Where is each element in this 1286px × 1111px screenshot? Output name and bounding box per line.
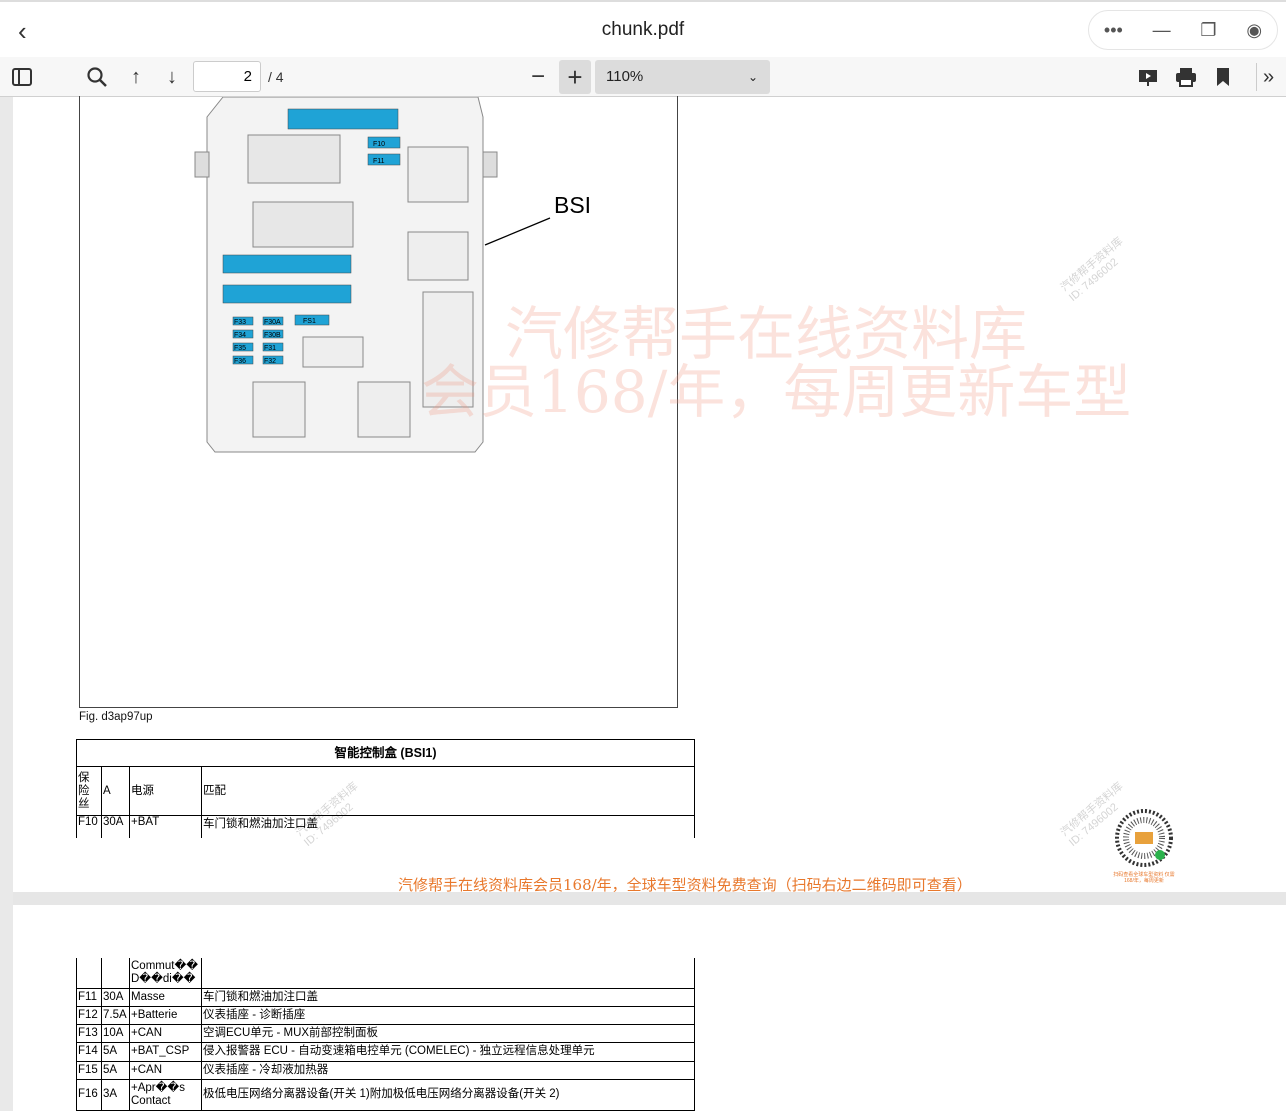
pdf-page-2: Commut��D��di�� F11 30A Masse 车门锁和燃油加注口盖 F1… (13, 905, 1286, 1111)
bookmark-icon[interactable] (1212, 63, 1234, 91)
cell: 5A (101, 1041, 130, 1062)
cell: 5A (101, 1060, 130, 1080)
page-count: / 4 (268, 69, 284, 85)
window-controls: ••• — ❐ ◉ (1088, 10, 1278, 50)
zoom-select[interactable]: 110% ⌄ (595, 60, 770, 94)
continued-header: Commut��D��di�� (129, 958, 202, 989)
table-row: F13 10A +CAN 空调ECU单元 - MUX前部控制面板 (76, 1023, 695, 1043)
pdf-page-1: F10 F11 FS1 F33 F30A F34 F30B F35 F31 F3… (13, 96, 1286, 894)
sidebar-toggle-icon[interactable] (10, 63, 34, 91)
zoom-in-icon[interactable]: + (559, 60, 591, 94)
presentation-icon[interactable] (1136, 63, 1160, 91)
zoom-out-icon[interactable]: − (526, 63, 550, 91)
watermark-small: 汽修帮手资料库 ID: 7496002 (1058, 235, 1126, 304)
cell: 空调ECU单元 - MUX前部控制面板 (201, 1023, 695, 1043)
fuse-label: F35 (234, 345, 246, 352)
table-row: F14 5A +BAT_CSP 侵入报警器 ECU - 自动变速箱电控单元 (COME… (76, 1041, 695, 1062)
cell: 仪表插座 - 冷却液加热器 (201, 1060, 695, 1080)
fuse-label: F30B (264, 332, 281, 339)
search-icon[interactable] (84, 63, 110, 91)
header-power: 电源 (129, 766, 202, 816)
fuse-label: F36 (234, 358, 246, 365)
cell: +BAT_CSP (129, 1041, 202, 1062)
fuse-table: 智能控制盒 (BSI1) 保险丝 A 电源 匹配 F10 30A +BAT 车门… (76, 739, 695, 838)
fuse-label: F31 (264, 345, 276, 352)
fuse-table-continued: Commut��D��di�� F11 30A Masse 车门锁和燃油加注口盖 F1… (76, 958, 695, 1111)
cell: +CAN (129, 1060, 202, 1080)
fuse-label: F30A (264, 319, 281, 326)
cell: 侵入报警器 ECU - 自动变速箱电控单元 (COMELEC) - 独立远程信息… (201, 1041, 695, 1062)
record-icon[interactable]: ◉ (1246, 20, 1262, 41)
cell: F14 (76, 1041, 102, 1062)
cell: F12 (76, 1005, 102, 1025)
cell: F15 (76, 1060, 102, 1080)
cell: +Apr��s Contact (129, 1078, 202, 1111)
minimize-icon[interactable]: — (1153, 20, 1171, 41)
table-row: F15 5A +CAN 仪表插座 - 冷却液加热器 (76, 1060, 695, 1080)
table-row: F11 30A Masse 车门锁和燃油加注口盖 (76, 987, 695, 1007)
fuse-label: FS1 (303, 318, 316, 325)
more-icon[interactable]: ••• (1104, 20, 1123, 41)
cell: F11 (76, 987, 102, 1007)
cell: F13 (76, 1023, 102, 1043)
callout-label: BSI (554, 192, 592, 218)
qr-caption: 扫码查看全球车型资料 仅需168/年，每周更新 (1113, 872, 1175, 884)
chevron-down-icon: ⌄ (747, 70, 758, 84)
fuse-label: F11 (373, 158, 385, 165)
cell: Masse (129, 987, 202, 1007)
cell: 极低电压网络分离器设备(开关 1)附加极低电压网络分离器设备(开关 2) (201, 1078, 695, 1111)
cell: F16 (76, 1078, 102, 1111)
cell: +BAT (129, 815, 202, 838)
table-row: F16 3A +Apr��s Contact 极低电压网络分离器设备(开关 1)附加极… (76, 1078, 695, 1111)
cell: 30A (101, 987, 130, 1007)
cell: 10A (101, 1023, 130, 1043)
figure-caption: Fig. d3ap97up (79, 711, 153, 723)
header-fuse: 保险丝 (76, 766, 102, 816)
fuse-label: F32 (264, 358, 276, 365)
table-row: F10 30A +BAT 车门锁和燃油加注口盖 (76, 815, 695, 838)
thumbnail-strip (0, 97, 13, 1111)
cell: 车门锁和燃油加注口盖 (201, 815, 695, 838)
watermark-text: 会员168/年，每周更新车型 (421, 358, 1132, 426)
title-bar: ‹ chunk.pdf ••• — ❐ ◉ (0, 0, 1286, 57)
restore-icon[interactable]: ❐ (1200, 20, 1216, 41)
cell: 3A (101, 1078, 130, 1111)
callout-line (484, 217, 551, 246)
zoom-value: 110% (606, 68, 644, 85)
cell: 仪表插座 - 诊断插座 (201, 1005, 695, 1025)
fuse-label: F10 (373, 141, 385, 148)
cell: +Batterie (129, 1005, 202, 1025)
cell: 车门锁和燃油加注口盖 (201, 987, 695, 1007)
qr-code[interactable] (1115, 809, 1173, 867)
page-number-input[interactable]: 2 (193, 61, 261, 92)
more-tools-icon[interactable]: » (1256, 63, 1280, 91)
pdf-toolbar: ↑ ↓ 2 / 4 − + 110% ⌄ » (0, 57, 1286, 97)
table-title: 智能控制盒 (BSI1) (76, 739, 695, 767)
header-amp: A (101, 766, 130, 816)
fuse-label: F33 (234, 319, 246, 326)
footer-promo: 汽修帮手在线资料库会员168/年，全球车型资料免费查询（扫码右边二维码即可查看） (398, 876, 972, 894)
fuse-label: F34 (234, 332, 246, 339)
previous-page-icon[interactable]: ↑ (124, 63, 148, 91)
header-match: 匹配 (201, 766, 695, 816)
cell: 30A (101, 815, 130, 838)
cell: +CAN (129, 1023, 202, 1043)
table-row: F12 7.5A +Batterie 仪表插座 - 诊断插座 (76, 1005, 695, 1025)
next-page-icon[interactable]: ↓ (160, 63, 184, 91)
cell: F10 (76, 815, 102, 838)
cell: 7.5A (101, 1005, 130, 1025)
print-icon[interactable] (1174, 63, 1198, 91)
